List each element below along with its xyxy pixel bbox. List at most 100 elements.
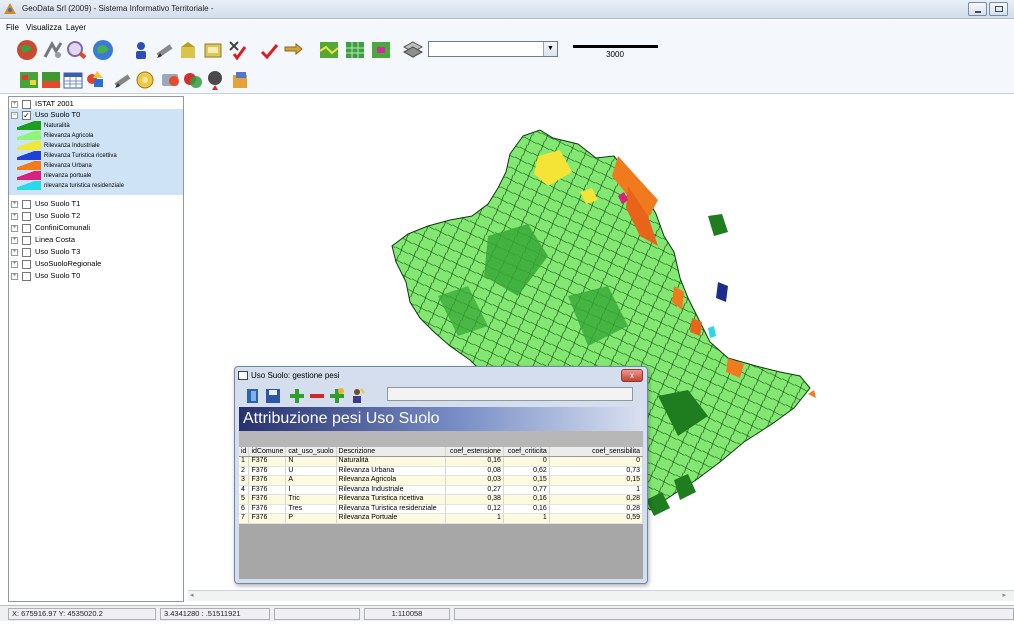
legend-item: Rilevanza Industriale	[17, 141, 100, 151]
edit-pen-icon[interactable]	[154, 39, 176, 61]
layer-checkbox[interactable]	[22, 99, 31, 109]
dialog-close-button[interactable]: x	[621, 369, 643, 382]
table-row[interactable]: 2 F376 U Rilevanza Urbana 0,08 0,62 0,73	[239, 466, 644, 476]
column-header-coef-criticita: coef_criticita	[503, 447, 550, 457]
table-row[interactable]: 6 F376 Tres Rilevanza Turistica residenzial…	[239, 504, 644, 514]
add-icon[interactable]	[288, 387, 306, 405]
layer-checkbox[interactable]	[22, 247, 31, 257]
map-color-icon[interactable]	[18, 69, 40, 91]
tree-node-uso-suolo-regionale[interactable]: + UsoSuoloRegionale	[11, 258, 101, 269]
column-header-idcomune: idComune	[248, 447, 287, 457]
table-row[interactable]: 4 F376 I Rilevanza Industriale 0,27 0,77 1	[239, 485, 644, 495]
table-row[interactable]: 1 F376 N Naturalità 0,16 0 0	[239, 456, 644, 467]
menu-file[interactable]: File	[6, 23, 19, 32]
layer-checkbox[interactable]	[22, 211, 31, 221]
query-icon[interactable]	[160, 69, 182, 91]
map-layer-icon[interactable]	[40, 69, 62, 91]
dialog-window-icon	[238, 371, 248, 381]
tree-node-linea-costa[interactable]: + Linea Costa	[11, 234, 75, 245]
scale-bar: 3000	[565, 40, 665, 62]
table-row[interactable]: 5 F376 Tric Rilevanza Turistica ricettiva 0,…	[239, 494, 644, 505]
dialog-progress-bar	[387, 387, 633, 401]
dialog-banner-title: Attribuzione pesi Uso Suolo	[239, 407, 643, 431]
map-icon[interactable]	[318, 39, 340, 61]
refresh-globe-icon[interactable]	[92, 39, 114, 61]
check-icon[interactable]	[258, 39, 280, 61]
legend-item: rilevanza turistica residenziale	[17, 181, 124, 191]
expand-icon[interactable]: +	[11, 236, 18, 244]
add-record-icon[interactable]	[328, 387, 346, 405]
layers-icon[interactable]	[402, 39, 424, 61]
secondary-toolbar	[0, 66, 1014, 94]
menu-visualizza[interactable]: Visualizza	[26, 23, 62, 32]
layer-checkbox[interactable]	[22, 259, 31, 269]
tree-node-uso-suolo-t1[interactable]: + Uso Suolo T1	[11, 198, 80, 209]
tree-node-uso-suolo-t0-2[interactable]: + Uso Suolo T0	[11, 270, 80, 281]
restore-button[interactable]	[989, 2, 1008, 16]
menu-bar: File Visualizza Layer	[0, 20, 1014, 36]
tree-node-uso-suolo-t2[interactable]: + Uso Suolo T2	[11, 210, 80, 221]
tree-node-istat-2001[interactable]: + ISTAT 2001	[11, 98, 74, 109]
feature-icon[interactable]	[178, 39, 200, 61]
tree-node-confini-comunali[interactable]: + ConfiniComunali	[11, 222, 90, 233]
table-row[interactable]: 7 F376 P Rilevanza Portuale 1 1 0,59	[239, 513, 644, 524]
window-icon[interactable]	[202, 39, 224, 61]
weights-table[interactable]: id idComune cat_uso_suolo Descrizione co…	[239, 447, 644, 524]
expand-icon[interactable]: +	[11, 200, 18, 208]
pin-icon[interactable]	[204, 69, 226, 91]
tree-node-uso-suolo-t0[interactable]: − ✓ Uso Suolo T0	[11, 109, 80, 120]
status-scale: 1:110058	[364, 608, 450, 620]
column-header-coef-sensibilita: coef_sensibilita	[549, 447, 644, 457]
wrench-icon[interactable]	[134, 69, 156, 91]
table-row[interactable]: 3 F376 A Rilevanza Agricola 0,03 0,15 0,15	[239, 475, 644, 486]
collapse-icon[interactable]: −	[11, 111, 18, 119]
window-title: GeoData Srl (2009) - Sistema Informativo…	[22, 4, 214, 13]
layer-checkbox[interactable]	[22, 235, 31, 245]
minimize-button[interactable]	[968, 2, 987, 16]
expand-icon[interactable]: +	[11, 212, 18, 220]
grid-map-icon[interactable]	[344, 39, 366, 61]
expand-icon[interactable]: +	[11, 248, 18, 256]
pointer-icon[interactable]	[282, 39, 304, 61]
export-icon[interactable]	[230, 69, 252, 91]
app-icon	[4, 3, 16, 14]
scroll-right-icon[interactable]: ▸	[1002, 591, 1006, 599]
status-message-cell	[454, 608, 1014, 620]
column-header-id: id	[239, 447, 250, 457]
table-icon[interactable]	[62, 69, 84, 91]
map-horizontal-scrollbar[interactable]: ◂ ▸	[188, 590, 1014, 601]
grid-header-band	[239, 431, 643, 447]
column-header-cat-uso-suolo: cat_uso_suolo	[285, 447, 337, 457]
save-icon[interactable]	[264, 387, 282, 405]
exit-door-icon[interactable]	[244, 387, 262, 405]
wizard-icon[interactable]	[348, 387, 366, 405]
filter-icon[interactable]	[182, 69, 204, 91]
expand-icon[interactable]: +	[11, 272, 18, 280]
weights-grid: id idComune cat_uso_suolo Descrizione co…	[239, 431, 644, 579]
legend-item: rilevanza portuale	[17, 171, 91, 181]
expand-icon[interactable]: +	[11, 260, 18, 268]
zoom-icon[interactable]	[66, 39, 88, 61]
legend-item: Rilevanza Urbana	[17, 161, 92, 171]
dialog-title: Uso Suolo: gestione pesi	[251, 371, 340, 380]
edit-tool-icon[interactable]	[112, 69, 134, 91]
layer-checkbox[interactable]	[22, 199, 31, 209]
remove-icon[interactable]	[308, 387, 326, 405]
expand-icon[interactable]: +	[11, 100, 18, 108]
layer-checkbox[interactable]	[22, 271, 31, 281]
globe-icon[interactable]	[16, 39, 38, 61]
user-icon[interactable]	[130, 39, 152, 61]
layer-checkbox[interactable]	[22, 223, 31, 233]
status-empty-cell	[274, 608, 360, 620]
tree-node-uso-suolo-t3[interactable]: + Uso Suolo T3	[11, 246, 80, 257]
layer-checkbox[interactable]: ✓	[22, 110, 31, 120]
expand-icon[interactable]: +	[11, 224, 18, 232]
selection-map-icon[interactable]	[370, 39, 392, 61]
shapes-icon[interactable]	[84, 69, 106, 91]
layer-select[interactable]: ▼	[428, 41, 558, 57]
menu-layer[interactable]: Layer	[66, 23, 86, 32]
scissors-check-icon[interactable]	[226, 39, 248, 61]
pan-icon[interactable]	[42, 39, 64, 61]
scroll-left-icon[interactable]: ◂	[190, 591, 194, 599]
chevron-down-icon[interactable]: ▼	[543, 42, 557, 56]
